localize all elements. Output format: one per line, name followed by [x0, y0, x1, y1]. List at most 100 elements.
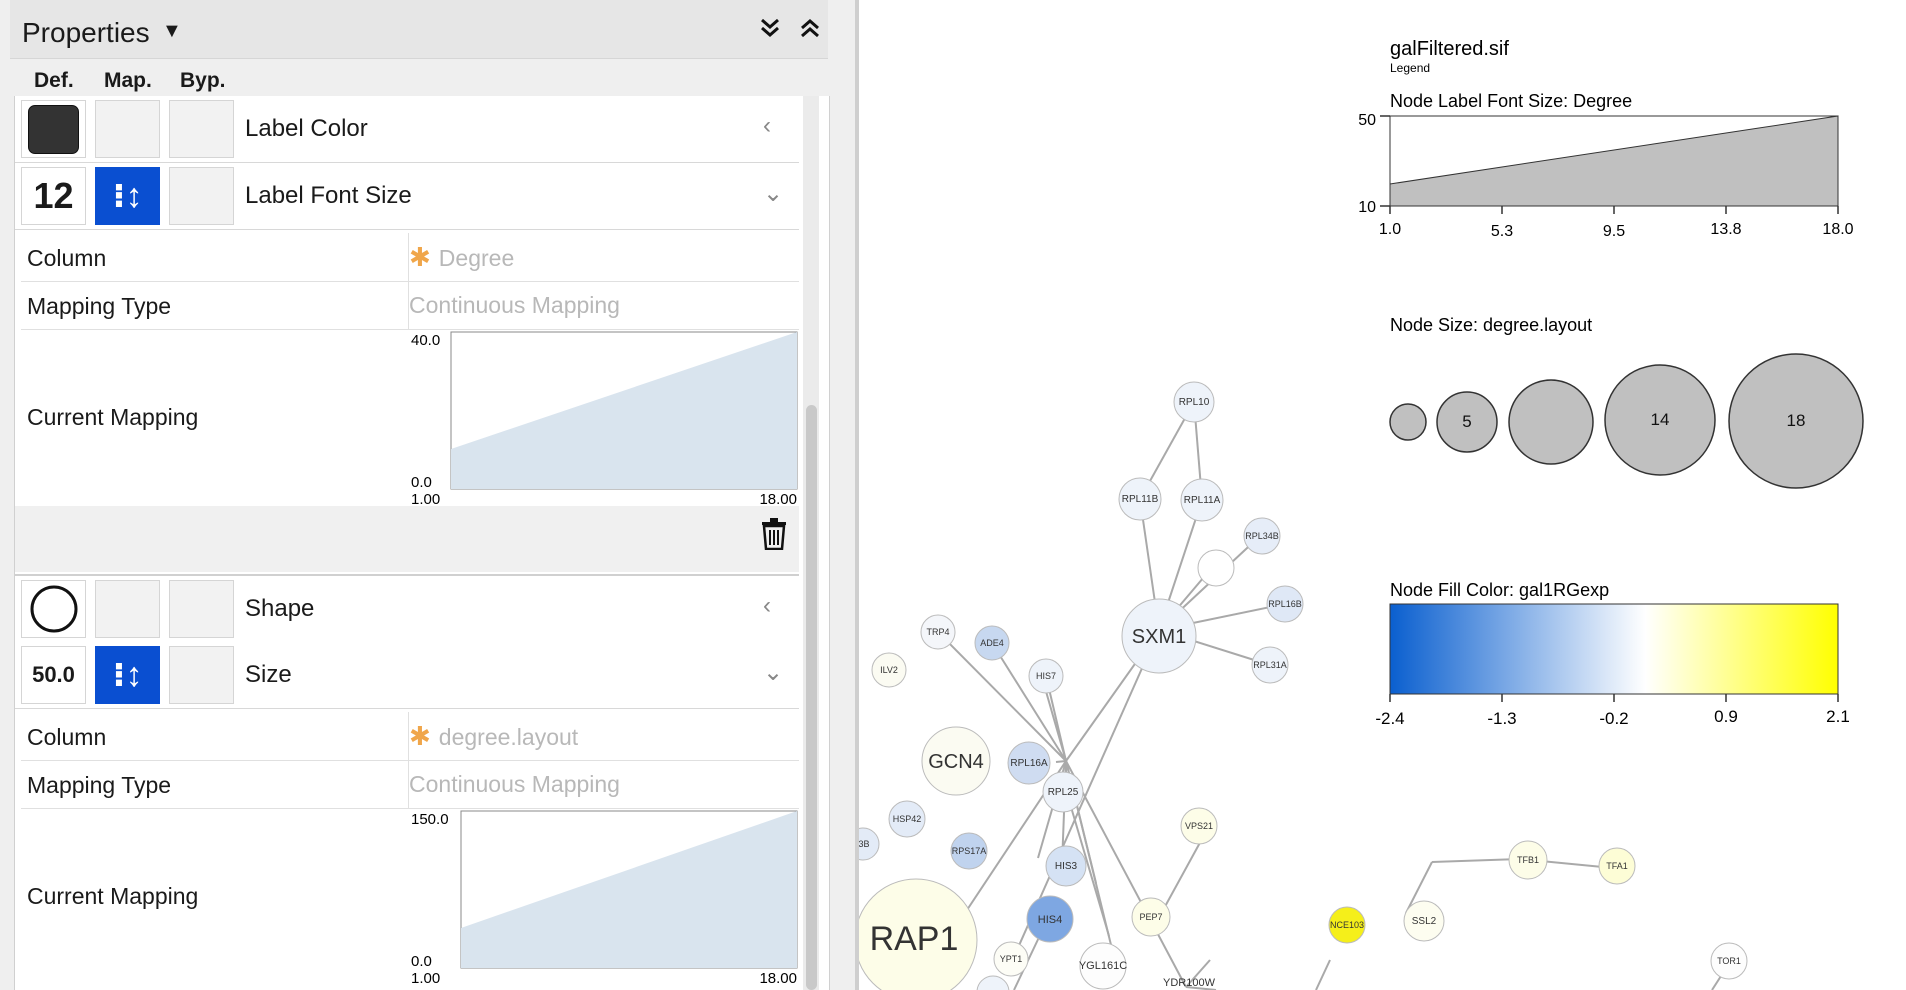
detail-label: Column [27, 245, 107, 271]
mapping-type-selector[interactable]: Continuous Mapping [408, 760, 797, 808]
svg-text:TRP4: TRP4 [926, 627, 949, 637]
detail-row-mapping-type: Mapping Type Continuous Mapping [21, 281, 799, 330]
network-node[interactable]: HSP42 [888, 800, 926, 838]
svg-text:RPL16A: RPL16A [1010, 758, 1048, 769]
column-selector[interactable]: ✱ degree.layout [408, 712, 797, 760]
trash-icon[interactable] [761, 518, 787, 558]
mapping-cell[interactable] [95, 580, 160, 638]
mapping-editor-chart[interactable]: 150.0 0.0 1.00 18.00 [409, 808, 799, 985]
default-value-cell[interactable] [21, 580, 86, 638]
x-max-label: 18.00 [759, 491, 797, 506]
y-max-label: 150.0 [411, 811, 449, 828]
mapping-cell[interactable]: ⁝↕ [95, 646, 160, 704]
bypass-cell[interactable] [169, 167, 234, 225]
mapping-type-value: Continuous Mapping [409, 292, 620, 318]
network-node[interactable]: HIS3 [1045, 845, 1087, 887]
network-node[interactable]: NCE103 [1328, 906, 1366, 944]
scrollbar-thumb[interactable] [806, 405, 817, 990]
network-node[interactable] [1197, 549, 1235, 587]
network-node[interactable]: ADE4 [974, 625, 1010, 661]
svg-text:RPL34B: RPL34B [1245, 531, 1279, 541]
chevron-left-icon[interactable]: ‹ [763, 112, 771, 140]
network-node[interactable]: RPL34B [1243, 517, 1281, 555]
network-node[interactable]: YDR100W [1163, 977, 1216, 989]
property-row-label-font-size[interactable]: 12 ⁝↕ Label Font Size ⌄ [15, 163, 799, 230]
network-node[interactable]: RPL11A [1180, 478, 1224, 522]
svg-text:RPL25: RPL25 [1048, 787, 1079, 798]
network-node[interactable]: PEP7 [1131, 897, 1171, 937]
property-row-shape[interactable]: Shape ‹ [15, 574, 799, 643]
svg-text:NCE103: NCE103 [1330, 920, 1364, 930]
network-node[interactable]: RPL10 [1173, 381, 1215, 423]
mapping-type-value: Continuous Mapping [409, 771, 620, 797]
network-node[interactable]: RPL11B [1118, 477, 1162, 521]
default-value-cell[interactable]: 12 [21, 167, 86, 225]
network-node[interactable]: TFA1 [1598, 847, 1636, 885]
detail-row-current-mapping: Current Mapping 150.0 0.0 1.00 18.00 [21, 808, 799, 990]
mapping-editor-chart[interactable]: 40.0 0.0 1.00 18.00 [409, 329, 799, 506]
property-label: Size [245, 661, 292, 688]
fill-color-tick: -0.2 [1599, 709, 1628, 728]
network-node[interactable]: TOR1 [1710, 942, 1748, 980]
network-node[interactable]: SXM1 [1121, 598, 1197, 674]
network-node[interactable]: HIS4 [1026, 895, 1074, 943]
svg-text:HIS7: HIS7 [1036, 671, 1056, 681]
network-node[interactable]: TRP4 [920, 614, 956, 650]
network-node[interactable]: RPL31A [1251, 646, 1289, 684]
network-node[interactable]: RPL25 [1042, 771, 1084, 813]
svg-text:TOR1: TOR1 [1717, 956, 1741, 966]
ellipse-shape-icon [30, 585, 78, 633]
detail-row-current-mapping: Current Mapping 40.0 0.0 1.00 18.00 [21, 329, 799, 506]
x-min-label: 1.00 [411, 970, 440, 985]
network-node[interactable]: TFB1 [1508, 840, 1548, 880]
bypass-cell[interactable] [169, 646, 234, 704]
default-value-cell[interactable]: 50.0 [21, 646, 86, 704]
mapping-cell[interactable]: ⁝↕ [95, 167, 160, 225]
font-size-x-tick: 1.0 [1379, 221, 1401, 238]
network-node[interactable]: 3B [859, 827, 880, 861]
network-node[interactable]: RAP1 [859, 878, 978, 990]
bypass-cell[interactable] [169, 580, 234, 638]
column-selector[interactable]: ✱ Degree [408, 233, 797, 281]
font-size-legend-title: Node Label Font Size: Degree [1390, 91, 1632, 111]
size-legend-circle [1389, 403, 1427, 441]
fill-color-tick: 0.9 [1714, 707, 1738, 726]
double-chevron-down-icon[interactable] [758, 16, 782, 47]
chevron-down-icon[interactable]: ⌄ [763, 179, 783, 208]
network-node[interactable]: RPL16B [1266, 585, 1304, 623]
chevron-left-icon[interactable]: ‹ [763, 592, 771, 620]
panel-title: Properties [22, 17, 150, 48]
property-label: Label Color [245, 115, 368, 142]
svg-text:RPL16B: RPL16B [1268, 599, 1302, 609]
fill-color-tick: -2.4 [1375, 709, 1404, 728]
triangle-down-icon[interactable]: ▼ [162, 20, 182, 43]
network-canvas[interactable]: RPL10 RPL11B RPL11A RPL34B RPL16B RPL31A… [859, 0, 1906, 990]
size-legend-label: 5 [1462, 412, 1471, 431]
detail-label: Current Mapping [27, 883, 199, 909]
network-node[interactable]: YPT1 [993, 941, 1029, 977]
column-header-byp: Byp. [180, 69, 226, 92]
network-node[interactable]: RPL16A [1007, 741, 1051, 785]
network-node[interactable] [976, 975, 1010, 990]
svg-text:RPL11B: RPL11B [1122, 494, 1159, 505]
double-chevron-up-icon[interactable] [798, 16, 822, 47]
color-swatch [28, 105, 79, 154]
x-max-label: 18.00 [759, 970, 797, 985]
network-node[interactable]: RPS17A [950, 832, 988, 870]
mapping-cell[interactable] [95, 100, 160, 158]
network-node[interactable]: YGL161C [1079, 942, 1127, 990]
property-row-size[interactable]: 50.0 ⁝↕ Size ⌄ [15, 642, 799, 709]
chevron-down-icon[interactable]: ⌄ [763, 658, 783, 687]
fill-color-tick: -1.3 [1487, 709, 1516, 728]
svg-text:RPS17A: RPS17A [952, 846, 987, 856]
default-value-cell[interactable] [21, 100, 86, 158]
property-row-label-color[interactable]: Label Color ‹ [15, 96, 799, 163]
bypass-cell[interactable] [169, 100, 234, 158]
network-node[interactable]: ILV2 [871, 652, 907, 688]
mapping-type-selector[interactable]: Continuous Mapping [408, 281, 797, 329]
network-node[interactable]: GCN4 [921, 726, 991, 796]
network-node[interactable]: HIS7 [1028, 658, 1064, 694]
network-node[interactable]: VPS21 [1180, 807, 1218, 845]
default-value: 12 [33, 175, 74, 216]
network-node[interactable]: SSL2 [1403, 900, 1445, 942]
